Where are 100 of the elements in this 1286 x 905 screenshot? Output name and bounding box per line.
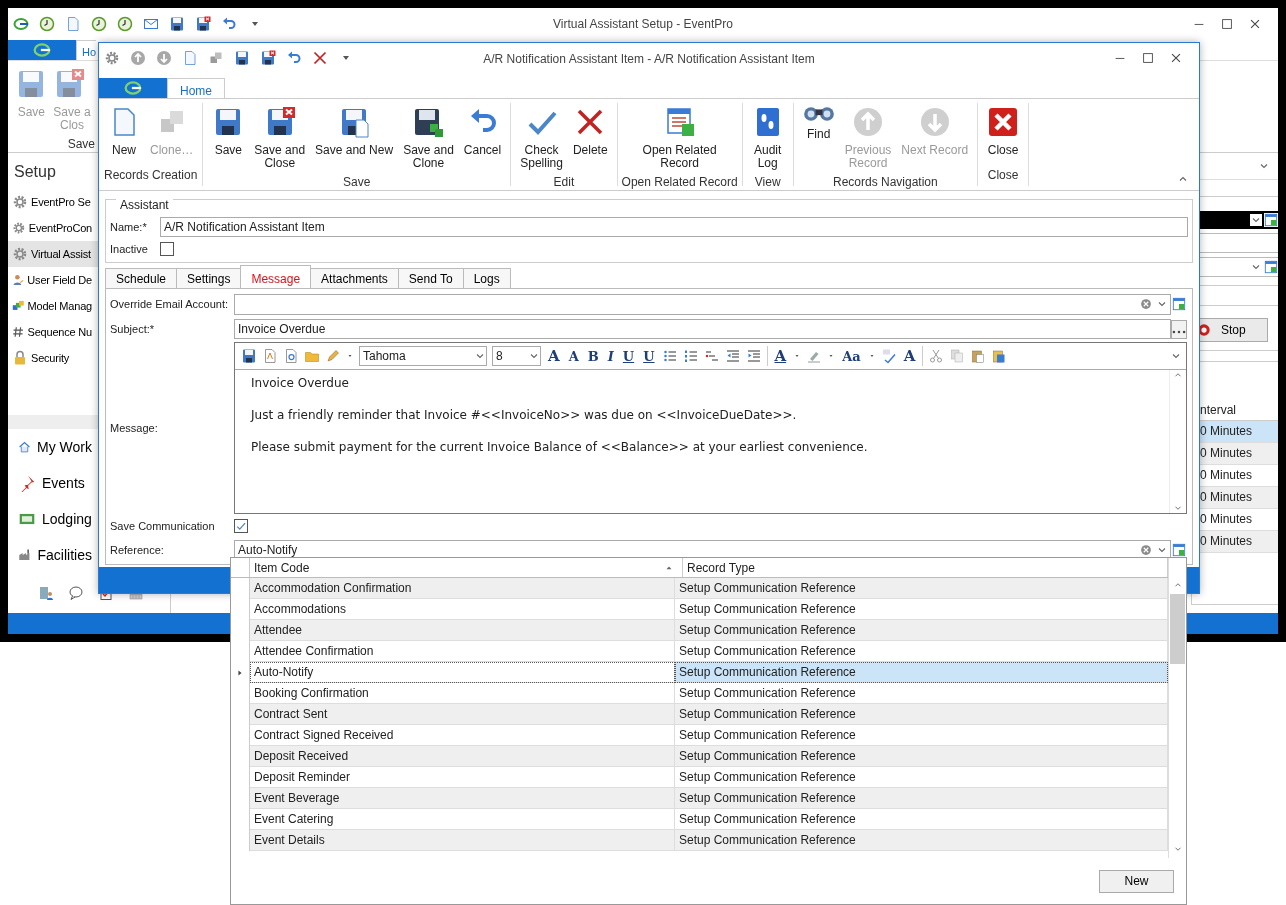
ribbon-button[interactable]: Save and New bbox=[310, 103, 399, 160]
scrollbar[interactable] bbox=[1168, 558, 1186, 858]
application-menu-button[interactable] bbox=[99, 78, 167, 98]
name-field[interactable]: A/R Notification Assistant Item bbox=[160, 217, 1188, 237]
tab[interactable]: Message bbox=[240, 265, 312, 288]
navigation-item[interactable]: My Work bbox=[8, 429, 98, 465]
table-cell[interactable]: Setup Communication Reference bbox=[675, 662, 1168, 683]
building-person-icon[interactable] bbox=[38, 585, 54, 601]
pencil-icon[interactable] bbox=[325, 348, 341, 364]
document-icon[interactable] bbox=[65, 16, 81, 32]
sidebar-item[interactable]: Sequence Nu bbox=[8, 319, 98, 345]
document-icon[interactable] bbox=[182, 50, 198, 66]
table-cell[interactable]: Event Details bbox=[250, 830, 675, 851]
ribbon-tab[interactable]: Home bbox=[167, 78, 225, 98]
ribbon-button[interactable]: Save and Clone bbox=[398, 103, 459, 173]
scroll-thumb[interactable] bbox=[1170, 594, 1185, 664]
spellcheck-icon[interactable] bbox=[880, 348, 897, 364]
ellipsis-button[interactable] bbox=[1171, 319, 1187, 339]
cross-icon[interactable] bbox=[312, 50, 328, 66]
ribbon-button[interactable]: Open Related Record bbox=[637, 103, 722, 173]
ribbon-button[interactable]: Save and Close bbox=[249, 103, 311, 173]
sidebar-item[interactable]: User Field De bbox=[8, 267, 98, 293]
font-combo[interactable]: Tahoma bbox=[359, 346, 487, 366]
outdent-icon[interactable] bbox=[724, 348, 741, 364]
indent-icon[interactable] bbox=[745, 348, 762, 364]
ribbon-button[interactable]: Cancel bbox=[458, 103, 507, 160]
logo-icon[interactable] bbox=[13, 16, 29, 32]
table-cell[interactable]: Setup Communication Reference bbox=[675, 830, 1168, 851]
table-cell[interactable]: Setup Communication Reference bbox=[675, 704, 1168, 725]
clipboard-icon[interactable] bbox=[991, 348, 1008, 364]
ribbon-button[interactable]: Close bbox=[982, 103, 1025, 160]
ribbon-button[interactable]: Delete bbox=[567, 103, 613, 160]
table-cell[interactable]: Setup Communication Reference bbox=[675, 578, 1168, 599]
table-cell[interactable]: Deposit Received bbox=[250, 746, 675, 767]
lookup-icon[interactable] bbox=[1172, 297, 1186, 311]
cubes-icon[interactable] bbox=[208, 50, 224, 66]
table-cell[interactable]: Auto-Notify bbox=[250, 662, 675, 683]
clock-icon[interactable] bbox=[117, 16, 133, 32]
ribbon-button[interactable]: Find bbox=[797, 103, 840, 144]
table-cell[interactable]: Attendee bbox=[250, 620, 675, 641]
bold-button[interactable]: B bbox=[585, 348, 601, 364]
ribbon-button[interactable]: Save bbox=[207, 103, 250, 160]
change-case-button[interactable]: Aa bbox=[840, 348, 863, 364]
rich-text-editor[interactable] bbox=[234, 342, 1187, 514]
font-color-button[interactable]: A bbox=[772, 347, 789, 365]
ribbon-tab[interactable]: Ho bbox=[76, 40, 97, 60]
table-cell[interactable]: Contract Sent bbox=[250, 704, 675, 725]
close-icon[interactable] bbox=[1169, 51, 1183, 65]
sidebar-item[interactable]: Security bbox=[8, 345, 98, 371]
new-button[interactable]: New bbox=[1099, 869, 1174, 893]
tab[interactable]: Send To bbox=[397, 268, 464, 288]
lookup-icon[interactable] bbox=[1172, 543, 1186, 557]
ribbon-button[interactable]: Check Spelling bbox=[515, 103, 568, 173]
clipboard-icon[interactable] bbox=[970, 348, 987, 364]
table-cell[interactable]: Event Beverage bbox=[250, 788, 675, 809]
speech-bubble-icon[interactable] bbox=[68, 585, 84, 601]
lookup-icon[interactable] bbox=[1264, 213, 1278, 227]
magnifier-document-icon[interactable] bbox=[283, 348, 299, 364]
table-cell[interactable]: Setup Communication Reference bbox=[675, 620, 1168, 641]
multilevel-list-icon[interactable] bbox=[703, 348, 720, 364]
double-underline-button[interactable]: U bbox=[641, 348, 657, 364]
tab[interactable]: Settings bbox=[176, 268, 242, 288]
column-header[interactable]: Item Code bbox=[250, 558, 683, 577]
clock-icon[interactable] bbox=[91, 16, 107, 32]
italic-button[interactable]: I bbox=[605, 348, 616, 364]
tab[interactable]: Logs bbox=[462, 268, 511, 288]
table-cell[interactable]: Setup Communication Reference bbox=[675, 746, 1168, 767]
settings-icon[interactable] bbox=[104, 50, 120, 66]
scissors-icon[interactable] bbox=[928, 348, 945, 364]
clear-icon[interactable] bbox=[1140, 544, 1152, 556]
grow-font-button[interactable]: A bbox=[546, 347, 562, 365]
envelope-icon[interactable] bbox=[143, 16, 159, 32]
navigation-item[interactable]: Facilities bbox=[8, 537, 98, 573]
clear-format-button[interactable]: A bbox=[901, 347, 918, 365]
clock-icon[interactable] bbox=[39, 16, 55, 32]
bullet-list-icon[interactable] bbox=[661, 348, 678, 364]
numbered-list-icon[interactable] bbox=[682, 348, 699, 364]
undo-arrow-icon[interactable] bbox=[221, 16, 237, 32]
application-menu-button[interactable] bbox=[8, 40, 76, 60]
document-icon[interactable] bbox=[262, 348, 278, 364]
tab[interactable]: Schedule bbox=[105, 268, 178, 288]
checkbox[interactable] bbox=[234, 519, 248, 533]
shrink-font-button[interactable]: A bbox=[566, 348, 581, 364]
ribbon-button[interactable]: Audit Log bbox=[746, 103, 789, 173]
close-icon[interactable] bbox=[1248, 17, 1262, 31]
column-header[interactable]: Record Type bbox=[683, 558, 1168, 577]
sidebar-item[interactable]: EventPro Se bbox=[8, 189, 98, 215]
sidebar-item[interactable]: EventProCon bbox=[8, 215, 98, 241]
font-size-combo[interactable]: 8 bbox=[492, 346, 541, 366]
sidebar-item[interactable]: Model Manag bbox=[8, 293, 98, 319]
navigation-item[interactable]: Lodging bbox=[8, 501, 98, 537]
lookup-icon[interactable] bbox=[1264, 260, 1278, 274]
checkbox[interactable] bbox=[160, 242, 174, 256]
table-cell[interactable]: Setup Communication Reference bbox=[675, 788, 1168, 809]
clear-icon[interactable] bbox=[1140, 298, 1152, 310]
tab[interactable]: Attachments bbox=[310, 268, 399, 288]
maximize-icon[interactable] bbox=[1141, 51, 1155, 65]
sidebar-item[interactable]: Virtual Assist bbox=[8, 241, 98, 267]
maximize-icon[interactable] bbox=[1220, 17, 1234, 31]
navigation-item[interactable]: Events bbox=[8, 465, 98, 501]
